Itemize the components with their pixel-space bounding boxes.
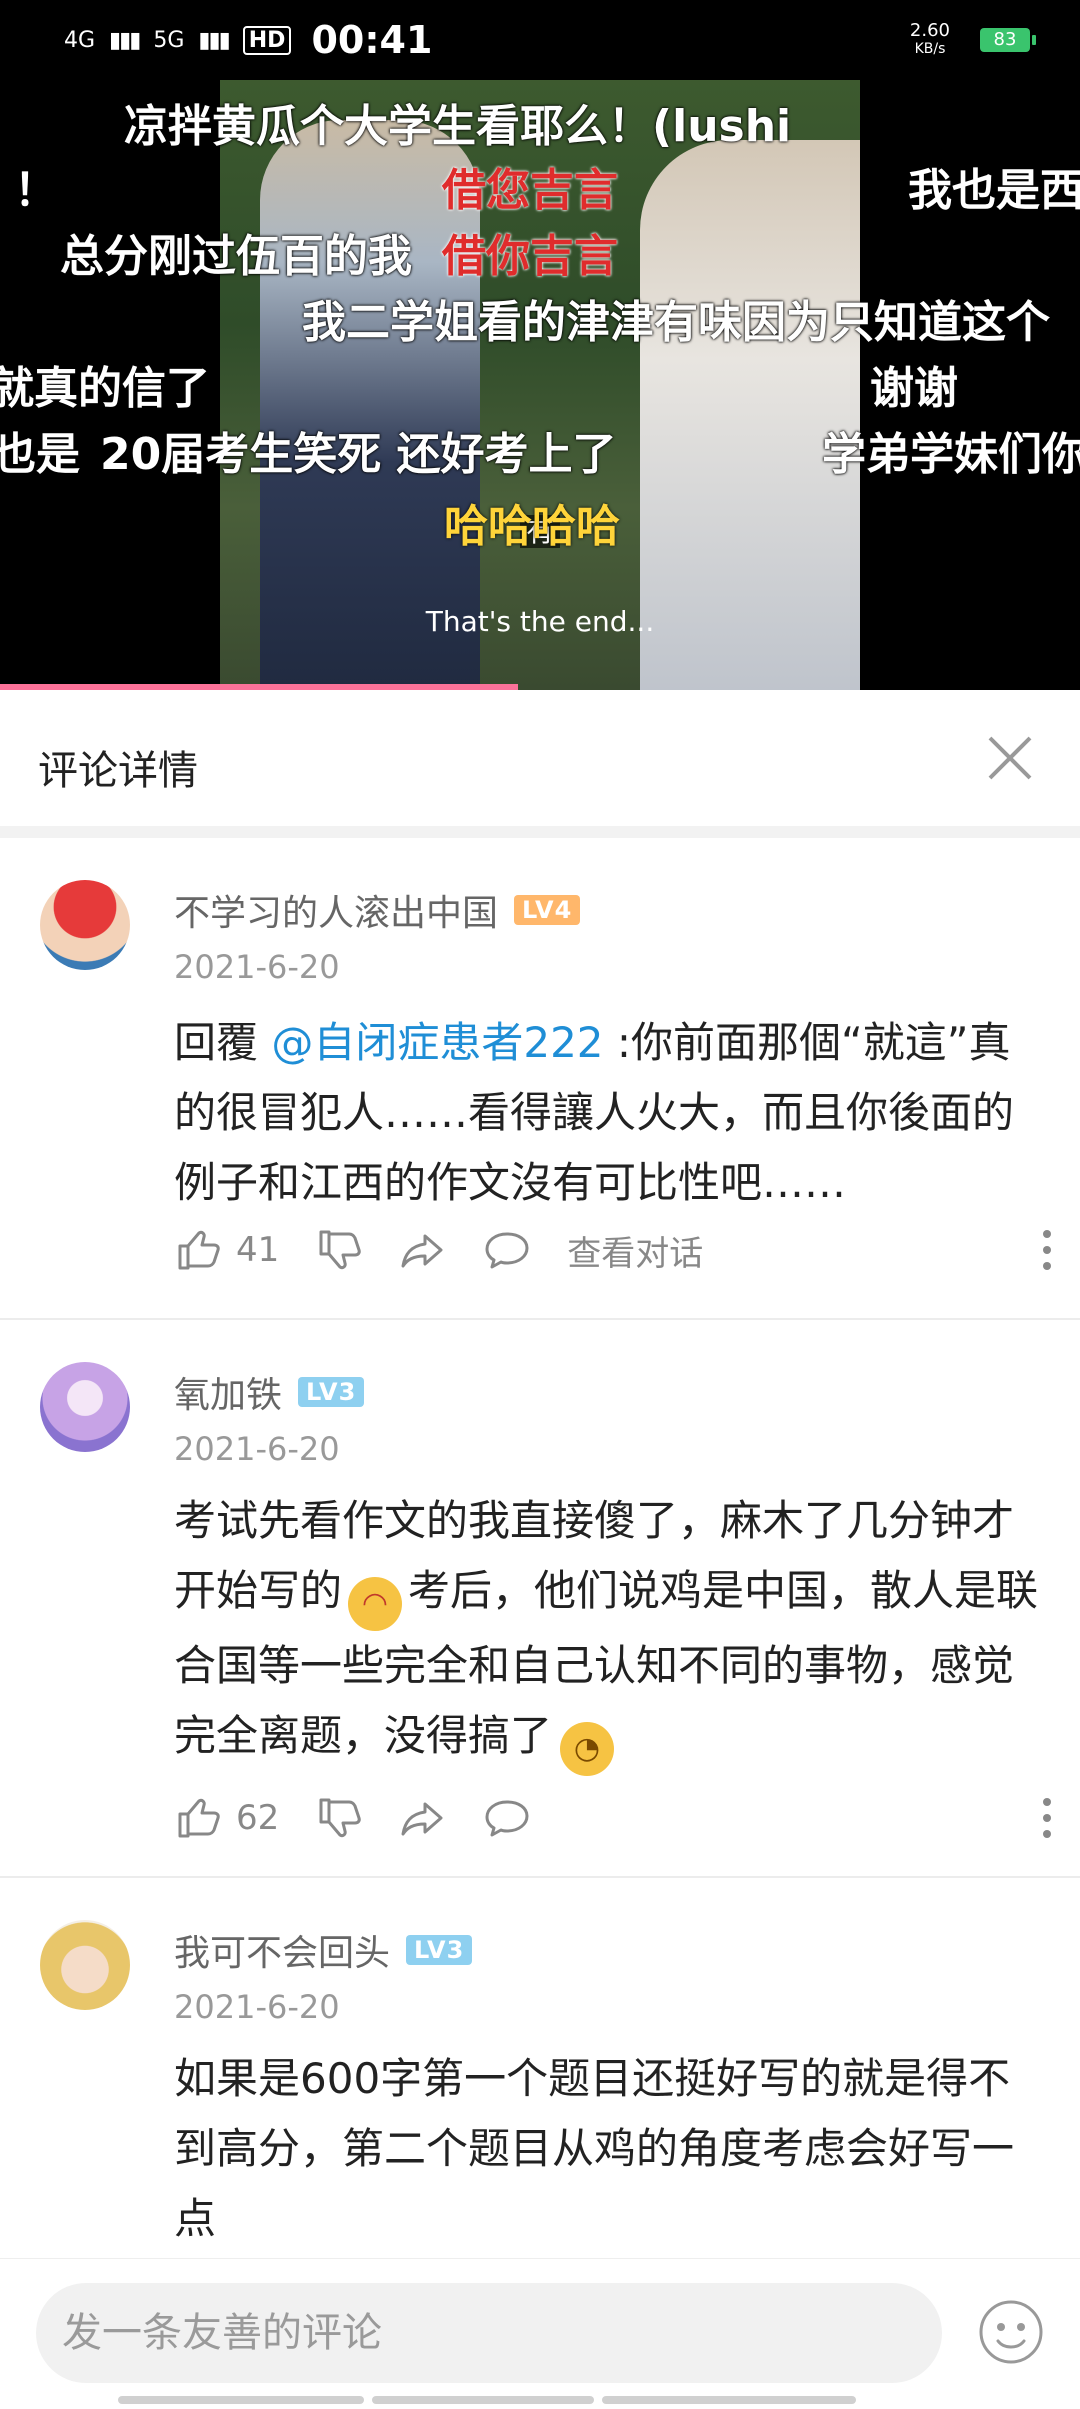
share-icon bbox=[401, 1802, 443, 1836]
danmaku-item: ！ bbox=[14, 165, 58, 216]
reply-icon bbox=[485, 1232, 529, 1269]
like-icon bbox=[178, 1230, 220, 1270]
danmaku-item: 我也是西 bbox=[908, 165, 1080, 216]
danmaku-item: 借你吉言 bbox=[442, 231, 618, 282]
reply-button[interactable] bbox=[483, 1794, 531, 1842]
more-icon[interactable] bbox=[1032, 1220, 1062, 1280]
dislike-icon bbox=[319, 1798, 362, 1838]
network-speed: 2.60 KB/s bbox=[909, 20, 950, 58]
dislike-button[interactable] bbox=[315, 1226, 363, 1274]
close-icon[interactable] bbox=[984, 732, 1036, 784]
comment-input[interactable]: 发一条友善的评论 bbox=[36, 2283, 942, 2383]
comment-input-bar: 发一条友善的评论 bbox=[0, 2258, 1080, 2409]
signal-icon: ▮▮▮ bbox=[109, 27, 141, 53]
comment-item: 不学习的人滚出中国 LV4 2021-6-20 回覆 @自闭症患者222 :你前… bbox=[0, 838, 1080, 1320]
level-badge: LV3 bbox=[406, 1935, 473, 1965]
like-icon bbox=[178, 1798, 220, 1838]
comment-date: 2021-6-20 bbox=[174, 1988, 340, 2026]
comment-list: 不学习的人滚出中国 LV4 2021-6-20 回覆 @自闭症患者222 :你前… bbox=[0, 838, 1080, 2298]
share-icon bbox=[401, 1234, 443, 1268]
video-subtitle-end: That's the end... bbox=[425, 605, 655, 638]
section-divider bbox=[0, 826, 1080, 838]
username[interactable]: 氧加铁 LV3 bbox=[174, 1366, 365, 1418]
danmaku-item: 凉拌黄瓜个大学生看耶么！(lushi bbox=[124, 101, 792, 152]
share-button[interactable] bbox=[399, 1794, 447, 1842]
comment-item: 氧加铁 LV3 2021-6-20 考试先看作文的我直接傻了，麻木了几分钟才开始… bbox=[0, 1320, 1080, 1878]
comment-item: 我可不会回头 LV3 2021-6-20 如果是600字第一个题目还挺好写的就是… bbox=[0, 1878, 1080, 2298]
danmaku-item: 就真的信了 bbox=[0, 363, 210, 414]
reply-button[interactable] bbox=[483, 1226, 531, 1274]
page-title: 评论详情 bbox=[38, 748, 198, 794]
signal-icon: ▮▮▮ bbox=[198, 27, 230, 53]
avatar[interactable] bbox=[40, 1362, 130, 1452]
clock: 00:41 bbox=[311, 18, 433, 62]
network-5g: 5G bbox=[153, 27, 185, 53]
video-player[interactable]: 有 That's the end... 凉拌黄瓜个大学生看耶么！(lushi 借… bbox=[0, 80, 1080, 690]
username[interactable]: 我可不会回头 LV3 bbox=[174, 1924, 473, 1976]
network-4g: 4G bbox=[64, 27, 96, 53]
emoji-icon[interactable] bbox=[976, 2297, 1046, 2367]
crying-emoji-icon: ◠ bbox=[348, 1577, 403, 1631]
comment-actions: 62 bbox=[174, 1788, 1044, 1848]
worried-emoji-icon: ◔ bbox=[560, 1722, 615, 1776]
like-button[interactable]: 62 bbox=[174, 1794, 279, 1842]
dislike-button[interactable] bbox=[315, 1794, 363, 1842]
level-badge: LV4 bbox=[514, 895, 581, 925]
view-dialog-link[interactable]: 查看对话 bbox=[567, 1226, 703, 1275]
dislike-icon bbox=[319, 1230, 362, 1270]
like-button[interactable]: 41 bbox=[174, 1226, 279, 1274]
level-badge: LV3 bbox=[298, 1377, 365, 1407]
danmaku-item: 哈哈哈哈 bbox=[444, 501, 620, 552]
avatar[interactable] bbox=[40, 880, 130, 970]
danmaku-item: 借您吉言 bbox=[442, 165, 618, 216]
battery-indicator: 83 bbox=[980, 28, 1036, 52]
comment-date: 2021-6-20 bbox=[174, 1430, 340, 1468]
share-button[interactable] bbox=[399, 1226, 447, 1274]
more-icon[interactable] bbox=[1032, 1788, 1062, 1848]
mention-link[interactable]: @自闭症患者222 bbox=[271, 1018, 603, 1067]
comment-actions: 41 查看对话 bbox=[174, 1220, 1044, 1280]
danmaku-item: 谢谢 bbox=[870, 363, 958, 414]
system-nav-bar bbox=[118, 2396, 856, 2404]
username[interactable]: 不学习的人滚出中国 LV4 bbox=[174, 884, 581, 936]
status-bar: 4G ▮▮▮ 5G ▮▮▮ HD 00:41 2.60 KB/s 83 bbox=[0, 0, 1080, 80]
comment-text: 如果是600字第一个题目还挺好写的就是得不到高分，第二个题目从鸡的角度考虑会好写… bbox=[174, 2054, 1015, 2243]
comment-text: 考试先看作文的我直接傻了，麻木了几分钟才开始写的 ◠ 考后，他们说鸡是中国，散人是联… bbox=[174, 1486, 1044, 1776]
danmaku-item: 学弟学妹们你 bbox=[822, 429, 1080, 480]
comment-detail-header: 评论详情 bbox=[0, 690, 1080, 826]
comment-date: 2021-6-20 bbox=[174, 948, 340, 986]
avatar[interactable] bbox=[40, 1920, 130, 2010]
hd-badge: HD bbox=[242, 25, 292, 55]
danmaku-item: 20届考生笑死 还好考上了 bbox=[100, 429, 617, 480]
reply-icon bbox=[485, 1800, 529, 1837]
comment-text: 回覆 @自闭症患者222 :你前面那個“就這”真的很冒犯人……看得讓人火大，而且… bbox=[174, 1018, 1015, 1207]
danmaku-item: 总分刚过伍百的我 bbox=[60, 231, 412, 282]
danmaku-item: 也是 bbox=[0, 429, 80, 480]
danmaku-item: 我二学姐看的津津有味因为只知道这个 bbox=[302, 297, 1050, 348]
